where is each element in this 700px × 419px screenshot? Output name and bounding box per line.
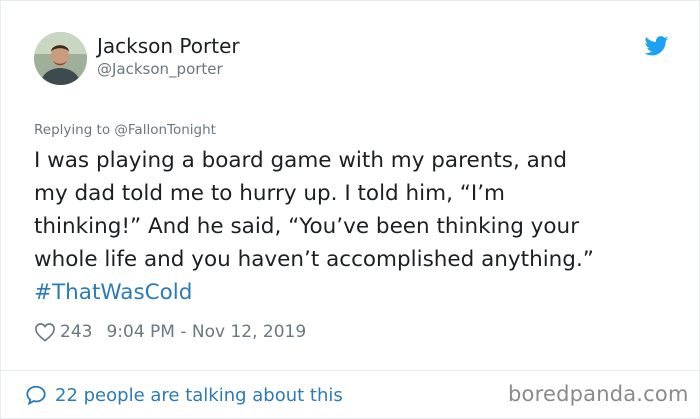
avatar[interactable] [34, 32, 87, 85]
hashtag-link[interactable]: #ThatWasCold [34, 276, 674, 309]
avatar-photo [34, 32, 87, 85]
tweet-text: I was playing a board game with my paren… [34, 144, 674, 309]
author-handle[interactable]: @Jackson_porter [97, 59, 223, 79]
like-count[interactable]: 243 [60, 322, 92, 342]
author-name[interactable]: Jackson Porter [97, 34, 240, 58]
tweet-line: my dad told me to hurry up. I told him, … [34, 181, 506, 206]
speech-bubble-icon [26, 385, 46, 406]
tweet-card: Jackson Porter @Jackson_porter Replying … [0, 0, 700, 419]
tweet-line: thinking!” And he said, “You’ve been thi… [34, 214, 580, 239]
timestamp[interactable]: 9:04 PM - Nov 12, 2019 [106, 322, 306, 342]
tweet-line: whole life and you haven’t accomplished … [34, 247, 594, 272]
tweet-line: I was playing a board game with my paren… [34, 148, 568, 173]
heart-icon[interactable] [34, 322, 56, 342]
conversation-link[interactable]: 22 people are talking about this [25, 384, 343, 406]
talking-count-text: 22 people are talking about this [55, 384, 343, 406]
tweet-meta: 243 9:04 PM - Nov 12, 2019 [34, 321, 306, 343]
watermark: boredpanda.com [508, 382, 689, 406]
reply-target-link[interactable]: @FallonTonight [114, 122, 216, 138]
divider [1, 370, 700, 371]
twitter-bird-icon[interactable] [644, 36, 669, 56]
reply-context: Replying to @FallonTonight [34, 121, 216, 139]
reply-prefix: Replying to [34, 122, 111, 138]
